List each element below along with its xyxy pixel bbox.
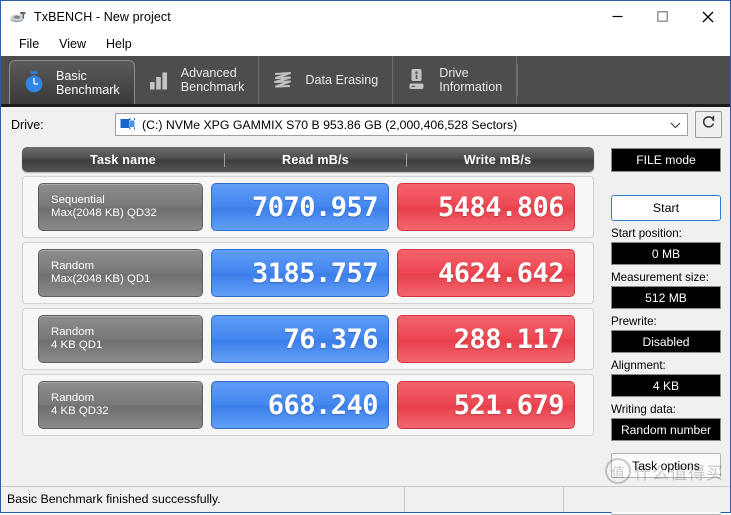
table-row: Sequential Max(2048 KB) QD32 7070.957 54… [22,176,594,238]
hard-drive-info-icon [404,66,430,94]
menu-item-file[interactable]: File [9,35,49,53]
task-name-line1: Random [51,326,95,338]
window-title: TxBENCH - New project [34,9,171,24]
menu-item-help[interactable]: Help [96,35,142,53]
bar-chart-icon [146,66,172,94]
status-segment-secondary [405,487,564,512]
read-value-cell: 3185.757 [211,249,389,297]
minimize-button[interactable] [595,1,640,32]
start-position-label: Start position: [611,227,682,240]
results-table-header: Task name Read mB/s Write mB/s [22,147,594,172]
task-name-line2: 4 KB QD1 [51,339,103,351]
task-name-cell[interactable]: Random 4 KB QD1 [38,315,203,363]
status-segment-tertiary [564,487,730,512]
table-row: Random 4 KB QD32 668.240 521.679 [22,374,594,436]
tab-drive-information[interactable]: Drive Information [393,56,518,104]
column-header-read: Read mB/s [224,152,406,167]
write-value-cell: 5484.806 [397,183,575,231]
stopwatch-icon [21,69,47,97]
file-mode-indicator[interactable]: FILE mode [611,148,721,172]
task-name-line1: Sequential [51,194,105,206]
write-value-cell: 521.679 [397,381,575,429]
measurement-size-value[interactable]: 512 MB [611,286,721,309]
close-button[interactable] [685,1,730,32]
tab-data-erasing[interactable]: Data Erasing [259,56,394,104]
task-name-cell[interactable]: Random Max(2048 KB) QD1 [38,249,203,297]
alignment-value[interactable]: 4 KB [611,374,721,397]
tab-divider [517,64,519,96]
eraser-waves-icon [270,66,296,94]
tab-basic-benchmark-label: Basic Benchmark [56,68,120,97]
writing-data-value[interactable]: Random number [611,418,721,441]
task-options-button[interactable]: Task options [611,453,721,478]
tab-drive-information-label: Drive Information [439,66,503,94]
alignment-label: Alignment: [611,359,666,372]
column-header-task-name: Task name [90,152,156,167]
disk-drive-icon [120,117,137,132]
start-position-value[interactable]: 0 MB [611,242,721,265]
drive-select-value: (C:) NVMe XPG GAMMIX S70 B 953.86 GB (2,… [142,117,518,132]
measurement-size-label: Measurement size: [611,271,709,284]
txbench-window: TxBENCH - New project File View Help Bas… [0,0,731,515]
status-message: Basic Benchmark finished successfully. [1,487,405,512]
maximize-button[interactable] [640,1,685,32]
status-bar: Basic Benchmark finished successfully. [1,486,730,512]
chevron-down-icon[interactable] [667,116,683,134]
title-bar: TxBENCH - New project [1,1,730,32]
txbench-logo-icon [9,8,27,26]
drive-label: Drive: [11,117,44,132]
write-value-cell: 4624.642 [397,249,575,297]
write-value-cell: 288.117 [397,315,575,363]
read-value-cell: 668.240 [211,381,389,429]
menu-item-view[interactable]: View [49,35,96,53]
writing-data-label: Writing data: [611,403,676,416]
task-name-line1: Random [51,392,95,404]
task-name-cell[interactable]: Random 4 KB QD32 [38,381,203,429]
drive-select[interactable]: (C:) NVMe XPG GAMMIX S70 B 953.86 GB (2,… [115,113,688,136]
tab-advanced-benchmark-label: Advanced Benchmark [180,66,245,94]
tab-strip: Basic Benchmark Advanced Benchmark Data … [1,56,730,107]
tab-data-erasing-label: Data Erasing [305,73,379,87]
tab-basic-benchmark[interactable]: Basic Benchmark [9,60,135,104]
start-button[interactable]: Start [611,195,721,221]
column-header-write: Write mB/s [406,152,588,167]
content-area: Task name Read mB/s Write mB/s Sequentia… [1,142,730,515]
menu-bar: File View Help [1,32,730,56]
task-name-line2: Max(2048 KB) QD32 [51,207,157,219]
prewrite-label: Prewrite: [611,315,657,328]
read-value-cell: 76.376 [211,315,389,363]
read-value-cell: 7070.957 [211,183,389,231]
refresh-icon [701,114,717,135]
task-name-line1: Random [51,260,95,272]
refresh-drives-button[interactable] [695,111,722,138]
benchmark-results-panel: Task name Read mB/s Write mB/s Sequentia… [1,142,604,486]
table-row: Random 4 KB QD1 76.376 288.117 [22,308,594,370]
window-controls [595,1,730,32]
table-row: Random Max(2048 KB) QD1 3185.757 4624.64… [22,242,594,304]
drive-selection-row: Drive: (C:) NVMe XPG GAMMIX S70 B 953.86… [1,107,730,142]
tab-advanced-benchmark[interactable]: Advanced Benchmark [135,56,260,104]
prewrite-value[interactable]: Disabled [611,330,721,353]
task-name-line2: Max(2048 KB) QD1 [51,273,151,285]
settings-sidebar: FILE mode Start Start position: 0 MB Mea… [604,142,730,515]
task-name-line2: 4 KB QD32 [51,405,109,417]
task-name-cell[interactable]: Sequential Max(2048 KB) QD32 [38,183,203,231]
